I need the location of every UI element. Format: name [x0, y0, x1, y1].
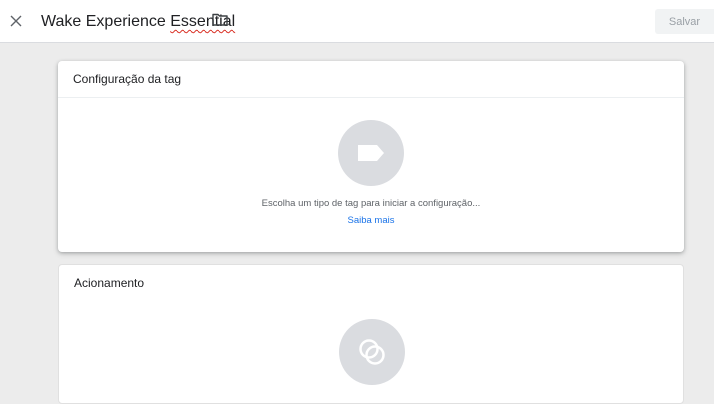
choose-trigger-button[interactable] [339, 319, 405, 385]
save-button[interactable]: Salvar [655, 9, 714, 34]
tag-name-text: Wake Experience [41, 13, 171, 30]
choose-tag-type-button[interactable] [338, 120, 404, 186]
trigger-icon [359, 339, 385, 365]
close-icon [10, 15, 22, 27]
top-bar: Wake Experience Essential Salvar [0, 0, 714, 43]
learn-more-link[interactable]: Saiba mais [348, 215, 395, 226]
trigger-title: Acionamento [74, 276, 145, 290]
trigger-card: Acionamento [58, 264, 684, 404]
tag-icon [358, 145, 384, 161]
close-button[interactable] [6, 11, 26, 31]
folder-button[interactable] [212, 13, 230, 29]
tag-configuration-title: Configuração da tag [58, 61, 684, 98]
tag-type-hint: Escolha um tipo de tag para iniciar a co… [261, 198, 481, 209]
tag-name-title[interactable]: Wake Experience Essential [41, 11, 235, 33]
tag-configuration-card: Configuração da tag Escolha um tipo de t… [58, 61, 684, 252]
folder-icon [212, 13, 228, 26]
